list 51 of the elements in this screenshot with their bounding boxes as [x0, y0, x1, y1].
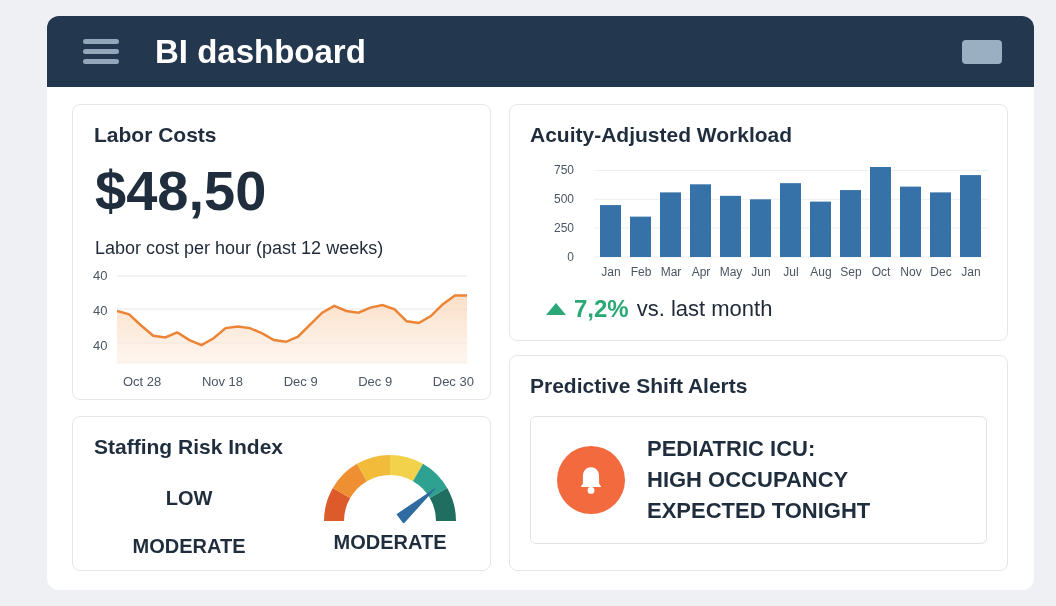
- axis-label: 40: [93, 337, 109, 355]
- card-title: Labor Costs: [93, 122, 218, 148]
- menu-icon[interactable]: [83, 39, 119, 64]
- card-title: Predictive Shift Alerts: [530, 373, 749, 399]
- axis-label: 250: [553, 220, 574, 235]
- bar: [720, 195, 741, 257]
- axis-label: Feb: [630, 264, 652, 279]
- bar: [630, 216, 651, 257]
- bar: [930, 191, 951, 257]
- trend-text: vs. last month: [636, 295, 773, 323]
- axis-label: 750: [553, 162, 574, 177]
- bar: [900, 186, 921, 257]
- axis-label: Jul: [783, 264, 799, 279]
- axis-label: Aug: [810, 264, 832, 279]
- gauge-needle: [396, 486, 437, 523]
- gauge-label: MODERATE: [333, 529, 447, 555]
- axis-label: Dec 9: [358, 372, 393, 391]
- axis-label: 40: [93, 266, 109, 285]
- bar: [600, 204, 621, 257]
- axis-label: Oct 28: [123, 372, 162, 391]
- axis-label: Oct: [871, 264, 891, 279]
- axis-label: Jun: [751, 264, 771, 279]
- axis-label: May: [719, 264, 743, 279]
- axis-label: Jan: [961, 264, 981, 279]
- axis-label: 0: [567, 249, 574, 264]
- axis-label: Nov: [900, 264, 922, 279]
- card-title: Acuity-Adjusted Workload: [530, 122, 794, 148]
- card-subtitle: Labor cost per hour (past 12 weeks): [94, 236, 385, 260]
- axis-label: 500: [553, 191, 574, 206]
- axis-label: Dec 30: [432, 372, 474, 391]
- axis-label: Mar: [660, 264, 682, 279]
- risk-label: LOW: [165, 485, 213, 511]
- axis-label: 40: [93, 301, 109, 320]
- page-title: BI dashboard: [155, 31, 366, 72]
- axis-label: Nov 18: [201, 372, 244, 391]
- alert-text: PEDIATRIC ICU: HIGH OCCUPANCY EXPECTED TONIGHT: [647, 435, 871, 525]
- window-icon[interactable]: [962, 39, 1002, 64]
- trend-value: 7,2%: [574, 293, 629, 324]
- bar: [660, 191, 681, 257]
- axis-label: Dec: [930, 264, 952, 279]
- metric-value: $48,50: [94, 162, 268, 219]
- bar: [810, 201, 831, 257]
- axis-label: Sep: [840, 264, 862, 279]
- bar: [840, 189, 861, 257]
- risk-label: MODERATE: [132, 533, 246, 559]
- bar: [750, 198, 771, 257]
- axis-label: Dec 9: [283, 372, 318, 391]
- axis-label: Apr: [691, 264, 711, 279]
- card-title: Staffing Risk Index: [94, 434, 285, 460]
- axis-label: Jan: [601, 264, 621, 279]
- up-triangle-icon: [546, 302, 566, 315]
